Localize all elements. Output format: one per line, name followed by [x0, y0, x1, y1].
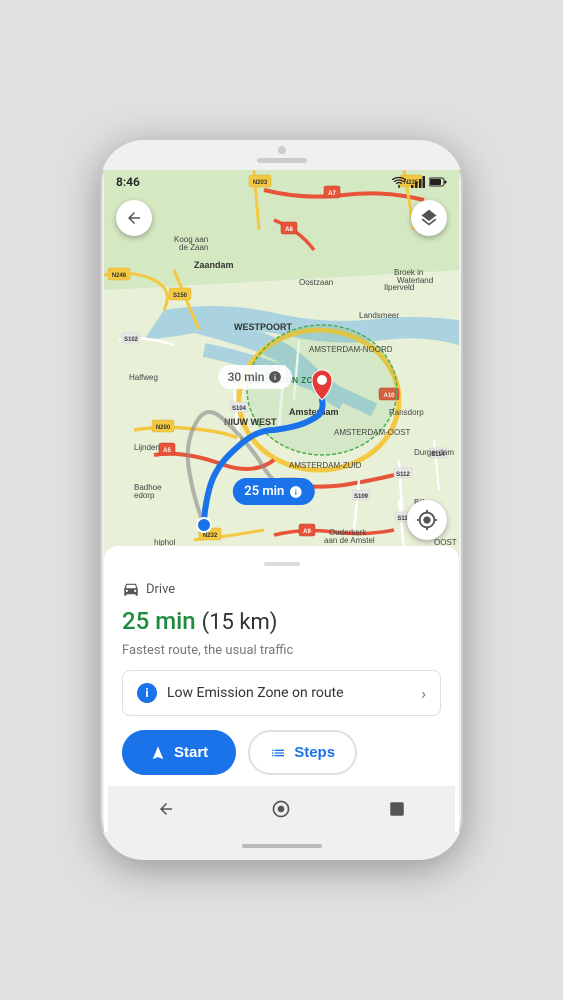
svg-text:S109: S109 — [354, 494, 369, 500]
svg-text:N246: N246 — [112, 273, 127, 279]
alt-route-bubble[interactable]: 30 min — [218, 365, 293, 389]
map-container: A10 N200 A5 A10 — [104, 170, 459, 560]
svg-text:de Zaan: de Zaan — [179, 243, 208, 252]
start-label: Start — [174, 744, 208, 761]
battery-icon — [429, 177, 447, 187]
svg-text:A9: A9 — [303, 529, 311, 535]
nav-home-button[interactable] — [263, 791, 299, 827]
phone-bottom-bar — [100, 832, 463, 860]
bottom-panel: Drive 25 min (15 km) Fastest route, the … — [104, 546, 459, 786]
nav-home-icon — [271, 799, 291, 819]
action-buttons: Start Steps — [122, 730, 441, 775]
transport-mode-text: Drive — [146, 582, 175, 597]
svg-text:Zaandam: Zaandam — [194, 260, 234, 270]
svg-text:S102: S102 — [124, 337, 139, 343]
info-icon — [268, 370, 282, 384]
svg-text:Landsmeer: Landsmeer — [359, 311, 399, 320]
steps-button[interactable]: Steps — [248, 730, 357, 775]
nav-bar — [108, 786, 455, 832]
svg-text:AMSTERDAM-ZUID: AMSTERDAM-ZUID — [289, 461, 362, 470]
layers-button[interactable] — [411, 200, 447, 236]
distance-text: (15 km) — [202, 610, 278, 635]
svg-text:Oostzaan: Oostzaan — [299, 278, 333, 287]
main-route-bubble[interactable]: 25 min — [232, 478, 314, 505]
nav-back-icon — [157, 800, 175, 818]
signal-icon — [411, 176, 425, 188]
svg-text:Lijnden: Lijnden — [134, 443, 160, 452]
svg-text:aan de Amstel: aan de Amstel — [324, 536, 375, 545]
lez-banner[interactable]: i Low Emission Zone on route › — [122, 670, 441, 716]
steps-label: Steps — [294, 744, 335, 761]
route-duration: 25 min (15 km) — [122, 607, 277, 635]
svg-text:AMSTERDAM-NOORD: AMSTERDAM-NOORD — [309, 345, 393, 354]
lez-info-icon: i — [137, 683, 157, 703]
nav-back-button[interactable] — [148, 791, 184, 827]
phone-screen: 8:46 — [104, 170, 459, 832]
svg-text:N232: N232 — [203, 533, 218, 539]
svg-text:Durgerdam: Durgerdam — [414, 448, 454, 457]
svg-text:Ransdorp: Ransdorp — [389, 408, 424, 417]
svg-text:Waterland: Waterland — [397, 276, 433, 285]
phone-top-bar — [100, 140, 463, 170]
phone-speaker — [257, 158, 307, 163]
svg-text:edorp: edorp — [134, 491, 155, 500]
lez-text: Low Emission Zone on route — [167, 685, 411, 701]
status-bar: 8:46 — [104, 170, 459, 194]
svg-text:S112: S112 — [396, 472, 410, 478]
phone-camera — [278, 146, 286, 154]
svg-text:N200: N200 — [156, 425, 171, 431]
svg-text:S150: S150 — [173, 293, 188, 299]
svg-text:Halfweg: Halfweg — [129, 373, 158, 382]
svg-text:S104: S104 — [232, 406, 247, 412]
route-info: 25 min (15 km) — [122, 608, 441, 635]
navigation-icon — [150, 745, 166, 761]
svg-text:A5: A5 — [163, 448, 171, 454]
phone-bottom-indicator — [242, 844, 322, 848]
svg-text:WESTPOORT: WESTPOORT — [234, 322, 293, 332]
drive-icon — [122, 580, 140, 598]
my-location-icon — [416, 509, 438, 531]
transport-mode-label: Drive — [122, 580, 441, 598]
route-subtitle: Fastest route, the usual traffic — [122, 643, 441, 658]
start-button[interactable]: Start — [122, 730, 236, 775]
back-button[interactable] — [116, 200, 152, 236]
svg-text:AMSTERDAM-OOST: AMSTERDAM-OOST — [334, 428, 411, 437]
main-route-time: 25 min — [244, 484, 284, 499]
status-icons — [391, 176, 447, 188]
steps-icon — [270, 745, 286, 761]
nav-recent-icon — [388, 800, 406, 818]
alt-route-time: 30 min — [228, 370, 265, 384]
back-arrow-icon — [125, 209, 143, 227]
location-button[interactable] — [407, 500, 447, 540]
layers-icon — [419, 208, 439, 228]
lez-chevron-icon: › — [421, 684, 426, 703]
route-info-icon — [288, 485, 302, 499]
panel-handle — [264, 562, 300, 566]
duration-text: 25 min — [122, 607, 196, 635]
nav-recent-button[interactable] — [379, 791, 415, 827]
phone-frame: 8:46 — [100, 140, 463, 860]
wifi-icon — [391, 176, 407, 188]
svg-text:A8: A8 — [285, 227, 293, 233]
status-time: 8:46 — [116, 175, 140, 189]
